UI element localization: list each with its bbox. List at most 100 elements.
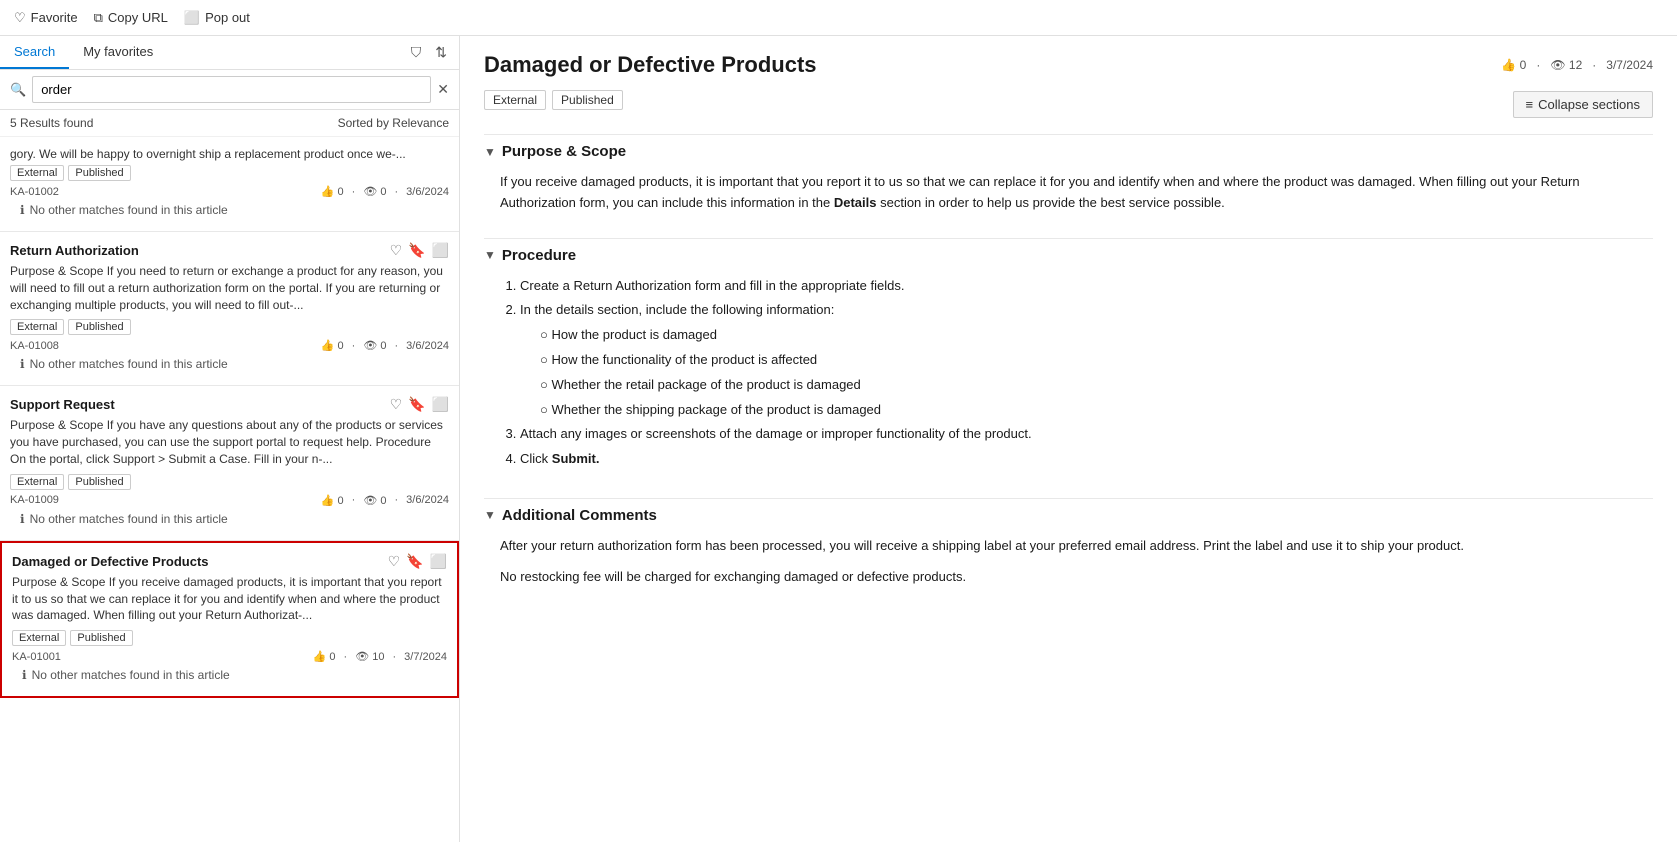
section-header-procedure[interactable]: ▼ Procedure [484, 238, 1653, 268]
favorite-action[interactable]: ♡ Favorite [14, 10, 78, 26]
heart-icon[interactable]: ♡ [390, 242, 403, 259]
result-actions: ♡ 🔖 ⬜ [388, 553, 447, 570]
tag-external: External [484, 90, 546, 110]
procedure-step-1: Create a Return Authorization form and f… [520, 276, 1653, 297]
list-item[interactable]: Support Request ♡ 🔖 ⬜ Purpose & Scope If… [0, 386, 459, 540]
search-input-wrap: 🔍 ✕ [0, 70, 459, 110]
result-tags: External Published [10, 319, 449, 335]
copy-url-label: Copy URL [108, 10, 168, 25]
result-header: Damaged or Defective Products ♡ 🔖 ⬜ [12, 553, 447, 570]
chevron-down-icon: ▼ [484, 248, 496, 262]
sub-step-2: How the functionality of the product is … [540, 350, 1653, 371]
collapse-label: Collapse sections [1538, 97, 1640, 112]
procedure-step-2: In the details section, include the foll… [520, 300, 1653, 420]
result-meta-right: 👍 0 · 👁 0 · 3/6/2024 [321, 339, 449, 352]
tag-external: External [10, 165, 64, 181]
copy-url-action[interactable]: ⧉ Copy URL [94, 10, 168, 26]
tab-search[interactable]: Search [0, 36, 69, 69]
share-icon[interactable]: ⬜ [430, 553, 447, 570]
filter-icon[interactable]: ⛉ [407, 42, 426, 63]
tab-favorites[interactable]: My favorites [69, 36, 167, 69]
pop-out-action[interactable]: ⬜ Pop out [184, 10, 250, 26]
section-title-purpose: Purpose & Scope [502, 143, 626, 160]
details-bold: Details [834, 195, 877, 210]
list-item[interactable]: Return Authorization ♡ 🔖 ⬜ Purpose & Sco… [0, 232, 459, 386]
results-count: 5 Results found [10, 116, 93, 130]
procedure-step-4: Click Submit. [520, 449, 1653, 470]
section-body-comments: After your return authorization form has… [484, 528, 1653, 596]
ka-id: KA-01009 [10, 494, 59, 506]
list-item[interactable]: gory. We will be happy to overnight ship… [0, 137, 459, 232]
result-title: Return Authorization [10, 243, 139, 258]
result-header: Support Request ♡ 🔖 ⬜ [10, 396, 449, 413]
no-match: ℹ No other matches found in this article [10, 507, 449, 534]
dot2: · [395, 186, 399, 198]
chevron-down-icon: ▼ [484, 145, 496, 159]
ka-id: KA-01002 [10, 186, 59, 198]
bookmark-icon[interactable]: 🔖 [406, 553, 423, 570]
result-excerpt: Purpose & Scope If you have any question… [10, 417, 449, 467]
result-actions: ♡ 🔖 ⬜ [390, 242, 449, 259]
date: 3/6/2024 [406, 186, 449, 198]
tab-icons: ⛉ ⇅ [407, 36, 459, 69]
likes: 👍 0 [321, 494, 344, 507]
favorite-label: Favorite [31, 10, 78, 25]
result-title: Support Request [10, 397, 115, 412]
info-icon: ℹ [20, 203, 25, 217]
result-header: Return Authorization ♡ 🔖 ⬜ [10, 242, 449, 259]
info-icon: ℹ [22, 668, 27, 682]
views: 👁 0 [363, 185, 386, 198]
bookmark-icon[interactable]: 🔖 [408, 242, 425, 259]
date: 3/6/2024 [406, 340, 449, 352]
result-meta-right: 👍 0 · 👁 0 · 3/6/2024 [321, 185, 449, 198]
sort-label: Sorted by Relevance [338, 116, 449, 130]
article-section-comments: ▼ Additional Comments After your return … [484, 498, 1653, 596]
collapse-sections-button[interactable]: ≡ Collapse sections [1513, 91, 1653, 118]
pop-out-label: Pop out [205, 10, 250, 25]
views: 👁 0 [363, 494, 386, 507]
result-excerpt: Purpose & Scope If you receive damaged p… [12, 574, 447, 624]
dot: · [352, 340, 356, 352]
heart-icon[interactable]: ♡ [388, 553, 401, 570]
sub-step-4: Whether the shipping package of the prod… [540, 400, 1653, 421]
tag-external: External [12, 630, 66, 646]
list-item[interactable]: Damaged or Defective Products ♡ 🔖 ⬜ Purp… [0, 541, 459, 698]
popout-icon: ⬜ [184, 10, 200, 26]
ka-id: KA-01001 [12, 651, 61, 663]
section-header-comments[interactable]: ▼ Additional Comments [484, 498, 1653, 528]
result-actions: ♡ 🔖 ⬜ [390, 396, 449, 413]
tag-published: Published [68, 165, 130, 181]
section-body-procedure: Create a Return Authorization form and f… [484, 268, 1653, 482]
sub-step-1: How the product is damaged [540, 325, 1653, 346]
result-meta: KA-01009 👍 0 · 👁 0 · 3/6/2024 [10, 494, 449, 507]
procedure-step-3: Attach any images or screenshots of the … [520, 424, 1653, 445]
share-icon[interactable]: ⬜ [432, 242, 449, 259]
heart-icon[interactable]: ♡ [390, 396, 403, 413]
copy-icon: ⧉ [94, 10, 103, 26]
section-title-procedure: Procedure [502, 247, 576, 264]
bookmark-icon[interactable]: 🔖 [408, 396, 425, 413]
result-tags: External Published [10, 474, 449, 490]
article-title: Damaged or Defective Products [484, 52, 817, 78]
clear-search-button[interactable]: ✕ [437, 81, 449, 98]
result-meta: KA-01002 👍 0 · 👁 0 · 3/6/2024 [10, 185, 449, 198]
main-layout: Search My favorites ⛉ ⇅ 🔍 ✕ 5 Results fo… [0, 36, 1677, 842]
sort-icon[interactable]: ⇅ [431, 42, 451, 63]
likes: 👍 0 [313, 650, 336, 663]
no-match: ℹ No other matches found in this article [10, 198, 449, 225]
left-panel: Search My favorites ⛉ ⇅ 🔍 ✕ 5 Results fo… [0, 36, 460, 842]
result-meta: KA-01008 👍 0 · 👁 0 · 3/6/2024 [10, 339, 449, 352]
search-input[interactable] [32, 76, 431, 103]
sub-step-3: Whether the retail package of the produc… [540, 375, 1653, 396]
share-icon[interactable]: ⬜ [432, 396, 449, 413]
purpose-text: If you receive damaged products, it is i… [500, 172, 1653, 214]
dot2: · [395, 494, 399, 506]
additional-comments-2: No restocking fee will be charged for ex… [500, 567, 1653, 588]
dot: · [352, 186, 356, 198]
article-section-procedure: ▼ Procedure Create a Return Authorizatio… [484, 238, 1653, 482]
article-meta-right: 👍 0 · 👁 12 · 3/7/2024 [1501, 58, 1653, 72]
additional-comments-1: After your return authorization form has… [500, 536, 1653, 557]
likes-count: 👍 0 [1501, 58, 1526, 72]
tag-published: Published [68, 474, 130, 490]
section-header-purpose[interactable]: ▼ Purpose & Scope [484, 134, 1653, 164]
